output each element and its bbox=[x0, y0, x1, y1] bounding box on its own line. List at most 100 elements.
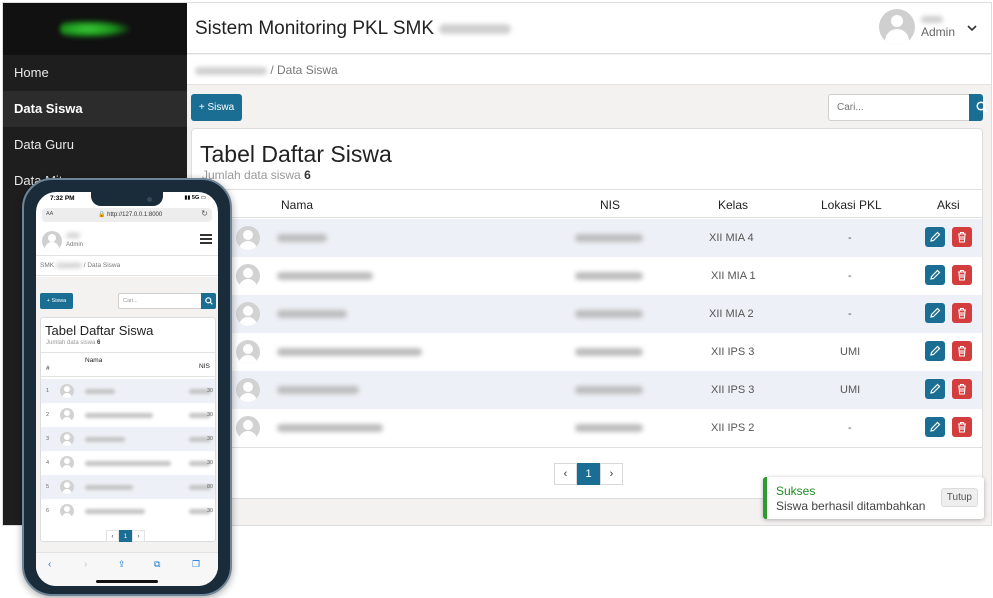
edit-button[interactable] bbox=[925, 303, 945, 323]
table-row: XII IPS 3 UMI bbox=[192, 333, 982, 371]
delete-button[interactable] bbox=[952, 303, 972, 323]
pagination-page-current[interactable]: 1 bbox=[577, 463, 600, 485]
redacted-student-name bbox=[277, 234, 327, 242]
success-toast: Sukses Siswa berhasil ditambahkan Tutup bbox=[763, 477, 984, 519]
sidebar-item-home[interactable]: Home bbox=[3, 55, 187, 91]
delete-button[interactable] bbox=[952, 227, 972, 247]
search-button[interactable] bbox=[969, 94, 988, 121]
table-row: XII IPS 3 UMI bbox=[192, 371, 982, 409]
status-signal: ▮▮ 5G ▭ bbox=[184, 195, 206, 201]
redacted-student-name bbox=[85, 437, 125, 442]
table-row: XII IPS 2 - bbox=[192, 409, 982, 447]
reload-icon[interactable]: ↻ bbox=[201, 209, 208, 218]
mobile-content: + Siswa Cari... Tabel Daftar Siswa Jumla… bbox=[36, 277, 218, 577]
column-header-nama: Nama bbox=[281, 198, 314, 212]
user-menu[interactable]: Admin bbox=[878, 9, 977, 45]
redacted-school-name bbox=[439, 23, 512, 34]
forward-icon[interactable]: › bbox=[84, 559, 87, 570]
browser-url-bar[interactable]: AA 🔒 http://127.0.0.1:8000 ↻ bbox=[42, 208, 212, 222]
redacted-student-name bbox=[277, 310, 347, 318]
avatar bbox=[878, 9, 915, 45]
redacted-student-nis bbox=[575, 234, 643, 242]
avatar bbox=[236, 378, 260, 402]
redacted-student-nis bbox=[575, 424, 643, 432]
avatar[interactable] bbox=[42, 231, 62, 251]
search-box: Cari... bbox=[118, 293, 216, 309]
back-icon[interactable]: ‹ bbox=[48, 559, 51, 570]
table-title: Tabel Daftar Siswa bbox=[45, 323, 154, 338]
cell-lokasi-pkl: - bbox=[848, 422, 852, 434]
trash-icon bbox=[958, 383, 966, 395]
edit-button[interactable] bbox=[925, 417, 945, 437]
row-number: 3 bbox=[46, 436, 50, 442]
redacted-student-name bbox=[277, 272, 373, 280]
avatar bbox=[60, 456, 74, 470]
tabs-icon[interactable]: ❐ bbox=[192, 559, 200, 570]
edit-button[interactable] bbox=[925, 379, 945, 399]
sidebar-item-data-siswa[interactable]: Data Siswa bbox=[3, 91, 187, 127]
share-icon[interactable]: ⇪ bbox=[118, 559, 126, 570]
edit-button[interactable] bbox=[925, 265, 945, 285]
add-siswa-button[interactable]: + Siswa bbox=[191, 94, 242, 121]
bookmarks-icon[interactable]: ⧉ bbox=[154, 559, 160, 570]
sidebar-item-data-guru[interactable]: Data Guru bbox=[3, 127, 187, 163]
pencil-icon bbox=[930, 421, 941, 432]
status-time: 7:32 PM bbox=[50, 195, 75, 202]
cell-kelas: XII IPS 3 bbox=[711, 346, 755, 358]
avatar bbox=[236, 340, 260, 364]
hamburger-menu-icon[interactable] bbox=[200, 234, 212, 246]
redacted-student-nis bbox=[575, 348, 643, 356]
search-icon bbox=[976, 101, 988, 113]
top-header: Sistem Monitoring PKL SMK Admin bbox=[187, 3, 991, 54]
column-header-aksi: Aksi bbox=[937, 198, 960, 212]
cell-kelas: XII MIA 1 bbox=[711, 270, 756, 282]
pagination-prev[interactable]: ‹ bbox=[106, 530, 119, 542]
row-number: 2 bbox=[46, 412, 50, 418]
delete-button[interactable] bbox=[952, 265, 972, 285]
delete-button[interactable] bbox=[952, 341, 972, 361]
app-logo[interactable] bbox=[3, 3, 187, 55]
user-info: Admin bbox=[920, 15, 955, 39]
trash-icon bbox=[958, 269, 966, 281]
phone-screen: 7:32 PM ▮▮ 5G ▭ AA 🔒 http://127.0.0.1:80… bbox=[36, 192, 218, 586]
cell-lokasi-pkl: UMI bbox=[840, 384, 861, 396]
pagination-page-current[interactable]: 1 bbox=[119, 530, 132, 542]
trash-icon bbox=[958, 421, 966, 433]
avatar bbox=[236, 264, 260, 288]
edit-button[interactable] bbox=[925, 227, 945, 247]
url-value: http://127.0.0.1:8000 bbox=[107, 212, 163, 218]
search-icon bbox=[205, 297, 213, 305]
cell-nis-suffix: 80 bbox=[207, 484, 214, 490]
avatar bbox=[60, 408, 74, 422]
add-siswa-button[interactable]: + Siswa bbox=[40, 293, 73, 309]
cell-nis-suffix: 30 bbox=[207, 412, 214, 418]
table-row: 5 80 bbox=[41, 475, 215, 499]
trash-icon bbox=[958, 345, 966, 357]
toast-close-button[interactable]: Tutup bbox=[940, 488, 978, 507]
toast-title: Sukses bbox=[776, 484, 816, 498]
redacted-breadcrumb-root[interactable] bbox=[195, 66, 267, 75]
table-row: 3 30 bbox=[41, 427, 215, 451]
redacted-student-name bbox=[85, 485, 133, 490]
delete-button[interactable] bbox=[952, 417, 972, 437]
text-size-button[interactable]: AA bbox=[46, 211, 53, 217]
avatar bbox=[236, 226, 260, 250]
cell-lokasi-pkl: - bbox=[848, 308, 852, 320]
cell-lokasi-pkl: - bbox=[848, 232, 852, 244]
delete-button[interactable] bbox=[952, 379, 972, 399]
pagination-prev[interactable]: ‹ bbox=[554, 463, 577, 485]
pagination-next[interactable]: › bbox=[600, 463, 623, 485]
phone-mockup: 7:32 PM ▮▮ 5G ▭ AA 🔒 http://127.0.0.1:80… bbox=[22, 178, 232, 596]
pagination-next[interactable]: › bbox=[132, 530, 145, 542]
table-header: Nama NIS Kelas Lokasi PKL Aksi bbox=[192, 189, 982, 218]
signal-icon: ▮▮ bbox=[184, 195, 191, 201]
edit-button[interactable] bbox=[925, 341, 945, 361]
search-input[interactable]: Cari... bbox=[118, 293, 201, 309]
search-button[interactable] bbox=[201, 293, 216, 309]
user-role: Admin bbox=[66, 242, 84, 248]
search-input[interactable] bbox=[828, 94, 969, 121]
chevron-down-icon[interactable] bbox=[967, 20, 977, 35]
column-header-number: # bbox=[46, 365, 50, 372]
pencil-icon bbox=[930, 383, 941, 394]
cell-nis-suffix: 30 bbox=[207, 508, 214, 514]
